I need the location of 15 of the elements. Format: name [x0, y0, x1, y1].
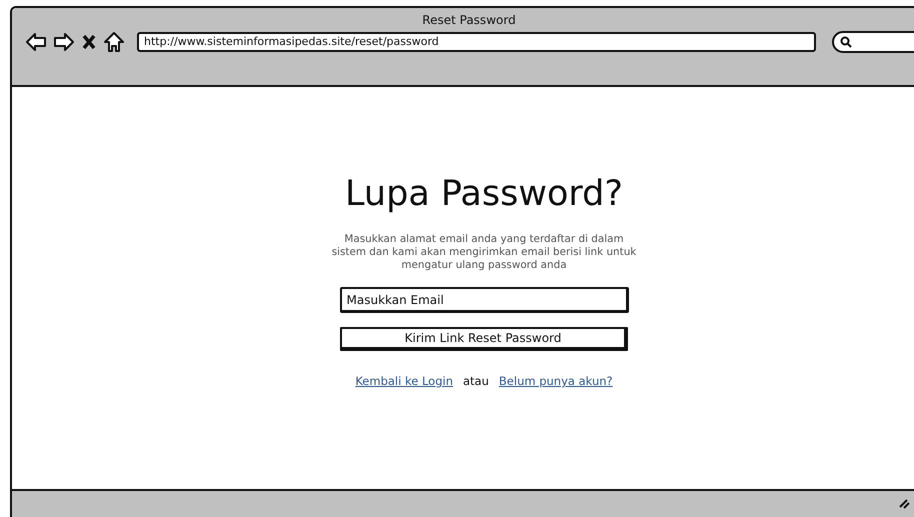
search-icon: [840, 36, 852, 48]
separator-text: atau: [463, 373, 489, 390]
email-field[interactable]: Masukkan Email: [340, 287, 628, 313]
resize-grip-icon[interactable]: [898, 497, 910, 509]
text-link[interactable]: Belum punya akun?: [498, 373, 613, 390]
forward-icon[interactable]: [53, 31, 75, 53]
window-title: Reset Password: [421, 12, 517, 29]
search-field[interactable]: [832, 31, 914, 53]
back-icon[interactable]: [25, 31, 47, 53]
text-link[interactable]: Kembali ke Login: [355, 373, 453, 390]
page-heading: Lupa Password?: [345, 173, 623, 215]
submit-button[interactable]: Kirim Link Reset Password: [340, 327, 628, 351]
home-icon[interactable]: [103, 31, 125, 53]
instruction-text: Masukkan alamat email anda yang terdaftar di dalam sistem dan kami akan mengirimkan email berisi link untuk mengatur ulang password anda: [330, 233, 638, 272]
url-field[interactable]: http://www.sisteminformasipedas.site/reset/password: [137, 32, 816, 52]
